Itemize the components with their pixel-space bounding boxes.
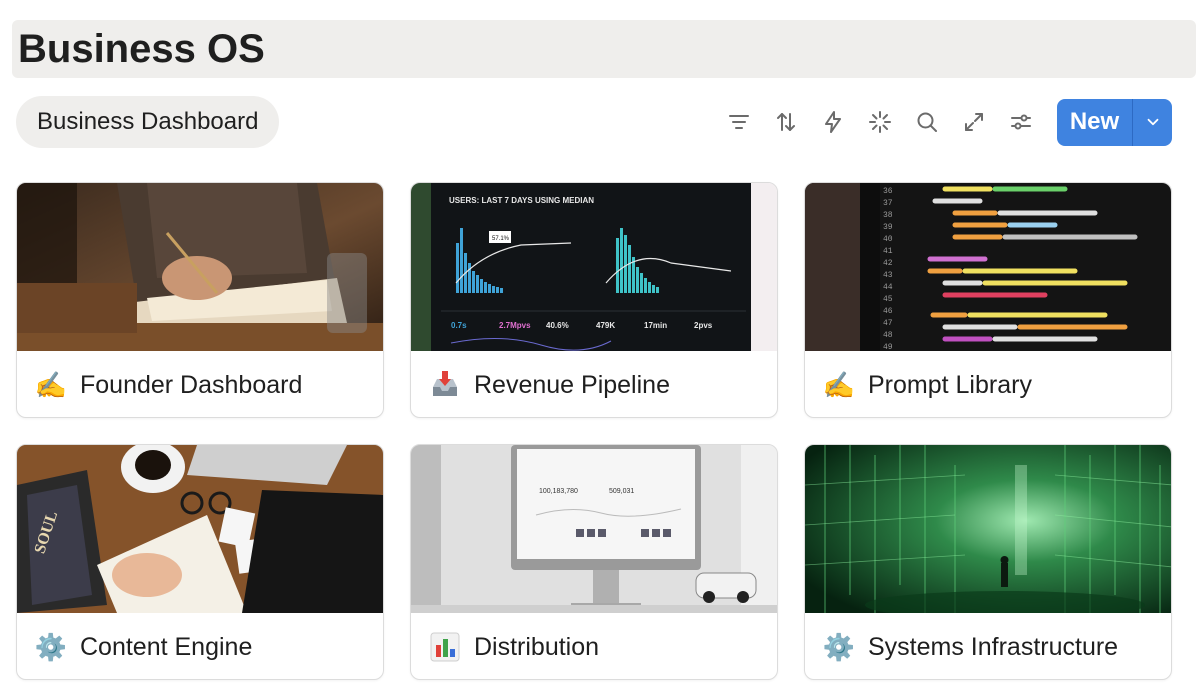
gallery-card-content-engine[interactable]: SOUL ⚙️ Content Engine xyxy=(16,444,384,680)
writing-hand-icon: ✍️ xyxy=(822,369,856,400)
new-button-group: New xyxy=(1057,98,1172,146)
monitor-header-text: USERS: LAST 7 DAYS USING MEDIAN xyxy=(449,196,594,205)
card-title-row: ⚙️ Content Engine xyxy=(17,613,383,679)
automation-bolt-icon xyxy=(824,111,841,133)
card-title: Distribution xyxy=(474,632,600,661)
open-full-page-button[interactable] xyxy=(950,100,997,144)
card-title: Founder Dashboard xyxy=(80,370,303,399)
svg-text:43: 43 xyxy=(883,271,893,280)
svg-text:46: 46 xyxy=(883,307,893,316)
card-title: Revenue Pipeline xyxy=(474,370,670,399)
sort-button[interactable] xyxy=(762,100,809,144)
card-cover-image: 100,183,780 509,031 xyxy=(411,445,777,613)
stat-value: 0.7s xyxy=(451,321,467,330)
svg-text:48: 48 xyxy=(883,331,893,340)
monitor-metric-a: 100,183,780 xyxy=(539,488,578,495)
card-cover-image: USERS: LAST 7 DAYS USING MEDIAN 57.1% 0.… xyxy=(411,183,777,351)
stat-value: 40.6% xyxy=(546,321,569,330)
svg-text:39: 39 xyxy=(883,223,893,232)
chevron-down-icon xyxy=(1147,118,1158,126)
inbox-tray-icon xyxy=(428,368,462,402)
automations-button[interactable] xyxy=(809,100,856,144)
bar-chart-icon xyxy=(428,630,462,664)
expand-icon xyxy=(964,113,983,131)
svg-text:41: 41 xyxy=(883,247,893,256)
filter-button[interactable] xyxy=(715,100,762,144)
svg-text:40: 40 xyxy=(883,235,893,244)
sort-icon xyxy=(776,113,795,131)
svg-text:44: 44 xyxy=(883,283,893,292)
monitor-callout-text: 57.1% xyxy=(492,236,510,242)
stat-value: 17min xyxy=(644,321,667,330)
view-tab-business-dashboard[interactable]: Business Dashboard xyxy=(16,96,280,148)
monitor-metric-b: 509,031 xyxy=(609,488,634,495)
search-button[interactable] xyxy=(903,100,950,144)
sparkle-ai-icon xyxy=(868,111,891,133)
stat-value: 479K xyxy=(596,321,615,330)
svg-text:47: 47 xyxy=(883,319,893,328)
card-title-row: ✍️ Founder Dashboard xyxy=(17,351,383,417)
search-icon xyxy=(917,112,937,132)
card-cover-image: 36 37 38 39 40 41 42 43 44 45 46 47 48 49 xyxy=(805,183,1171,351)
writing-hand-icon: ✍️ xyxy=(34,369,68,400)
card-title-row: ✍️ Prompt Library xyxy=(805,351,1171,417)
database-toolbar: New xyxy=(715,98,1172,146)
svg-text:36: 36 xyxy=(883,187,893,196)
stat-value: 2.7Mpvs xyxy=(499,321,531,330)
svg-text:49: 49 xyxy=(883,343,893,351)
stat-value: 2pvs xyxy=(694,321,713,330)
card-title-row: Distribution xyxy=(411,613,777,679)
card-title: Content Engine xyxy=(80,632,253,661)
page-title[interactable]: Business OS xyxy=(18,27,265,72)
svg-text:45: 45 xyxy=(883,295,893,304)
card-cover-image: SOUL xyxy=(17,445,383,613)
page-title-bar[interactable]: Business OS xyxy=(12,20,1196,78)
settings-sliders-icon xyxy=(1010,114,1031,130)
ai-button[interactable] xyxy=(856,100,903,144)
gallery-card-distribution[interactable]: 100,183,780 509,031 Distribution xyxy=(410,444,778,680)
svg-text:37: 37 xyxy=(883,199,893,208)
card-cover-image xyxy=(805,445,1171,613)
card-cover-image xyxy=(17,183,383,351)
gear-icon: ⚙️ xyxy=(822,631,856,662)
card-title: Systems Infrastructure xyxy=(868,632,1119,661)
svg-text:38: 38 xyxy=(883,211,893,220)
gallery-card-prompt-library[interactable]: 36 37 38 39 40 41 42 43 44 45 46 47 48 49 xyxy=(804,182,1172,418)
card-title-row: Revenue Pipeline xyxy=(411,351,777,417)
svg-text:42: 42 xyxy=(883,259,893,268)
new-button[interactable]: New xyxy=(1057,99,1132,146)
view-settings-button[interactable] xyxy=(997,100,1044,144)
gear-icon: ⚙️ xyxy=(34,631,68,662)
card-title: Prompt Library xyxy=(868,370,1032,399)
gallery-card-founder-dashboard[interactable]: ✍️ Founder Dashboard xyxy=(16,182,384,418)
filter-icon xyxy=(728,115,749,129)
gallery-card-systems-infrastructure[interactable]: ⚙️ Systems Infrastructure xyxy=(804,444,1172,680)
gallery-card-revenue-pipeline[interactable]: USERS: LAST 7 DAYS USING MEDIAN 57.1% 0.… xyxy=(410,182,778,418)
new-dropdown-button[interactable] xyxy=(1133,99,1172,146)
card-title-row: ⚙️ Systems Infrastructure xyxy=(805,613,1171,679)
